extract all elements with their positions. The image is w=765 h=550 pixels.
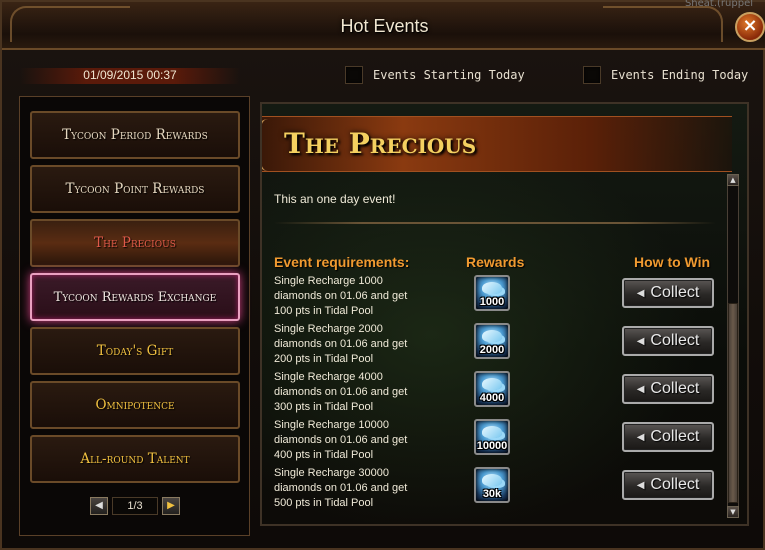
requirement-row: Single Recharge 10000 diamonds on 01.06 a… [274, 418, 714, 466]
event-sidebar: Tycoon Period Rewards Tycoon Point Rewar… [19, 96, 250, 536]
next-page-icon[interactable]: ▶ [162, 497, 180, 515]
reward-quantity: 4000 [479, 392, 505, 404]
collect-button[interactable]: ◀ Collect [622, 422, 714, 452]
how-to-win-header: How to Win [634, 254, 711, 270]
diamond-reward-icon[interactable]: 30k [474, 467, 510, 503]
arrow-icon: ◀ [636, 479, 645, 491]
starting-today-label: Events Starting Today [373, 68, 525, 82]
hot-events-window: Hot Events Sheat.(ruppel × 01/09/2015 00… [0, 0, 765, 550]
collect-button[interactable]: ◀ Collect [622, 278, 714, 308]
requirement-text: Single Recharge 1000 diamonds on 01.06 an… [274, 275, 408, 317]
diamond-icon [482, 426, 502, 438]
requirement-text: Single Recharge 30000 diamonds on 01.06 a… [274, 467, 408, 509]
reward-quantity: 2000 [479, 344, 505, 356]
event-scrollbar[interactable]: ▲ ▼ [727, 174, 739, 518]
requirements-header: Event requirements: [274, 254, 410, 270]
diamond-reward-icon[interactable]: 2000 [474, 323, 510, 359]
prev-page-icon[interactable]: ◀ [90, 497, 108, 515]
corner-text: Sheat.(ruppel [684, 0, 753, 9]
diamond-reward-icon[interactable]: 10000 [474, 419, 510, 455]
sidebar-item-tycoon-rewards-exchange[interactable]: Tycoon Rewards Exchange [30, 273, 240, 321]
requirement-row: Single Recharge 4000 diamonds on 01.06 an… [274, 370, 714, 418]
sidebar-item-todays-gift[interactable]: Today's Gift [30, 327, 240, 375]
sidebar-item-the-precious[interactable]: The Precious [30, 219, 240, 267]
page-indicator: 1/3 [112, 497, 158, 515]
event-banner: The Precious [262, 116, 732, 172]
arrow-icon: ◀ [636, 335, 645, 347]
collect-button[interactable]: ◀ Collect [622, 326, 714, 356]
starting-today-checkbox[interactable] [345, 66, 363, 84]
filter-starting-today[interactable]: Events Starting Today [345, 66, 525, 84]
banner-ornament [262, 119, 282, 171]
diamond-icon [482, 282, 502, 294]
close-button[interactable]: × [735, 12, 765, 42]
divider [274, 222, 716, 224]
reward-quantity: 1000 [479, 296, 505, 308]
filter-ending-today[interactable]: Events Ending Today [583, 66, 748, 84]
sidebar-item-omnipotence[interactable]: Omnipotence [30, 381, 240, 429]
window-title: Hot Events [340, 16, 429, 36]
event-detail-panel: The Precious This an one day event! Even… [260, 102, 749, 526]
requirement-row: Single Recharge 1000 diamonds on 01.06 an… [274, 274, 714, 322]
requirement-row: Single Recharge 2000 diamonds on 01.06 an… [274, 322, 714, 370]
ending-today-checkbox[interactable] [583, 66, 601, 84]
requirement-text: Single Recharge 10000 diamonds on 01.06 a… [274, 419, 408, 461]
event-description: This an one day event! [274, 192, 396, 206]
requirement-row: Single Recharge 30000 diamonds on 01.06 a… [274, 466, 714, 514]
event-title: The Precious [284, 127, 477, 160]
diamond-icon [482, 330, 502, 342]
diamond-reward-icon[interactable]: 4000 [474, 371, 510, 407]
requirement-text: Single Recharge 4000 diamonds on 01.06 an… [274, 371, 408, 413]
scroll-up-icon[interactable]: ▲ [727, 174, 739, 186]
requirement-text: Single Recharge 2000 diamonds on 01.06 an… [274, 323, 408, 365]
sidebar-item-tycoon-point-rewards[interactable]: Tycoon Point Rewards [30, 165, 240, 213]
ending-today-label: Events Ending Today [611, 68, 749, 82]
sidebar-pager: ◀ 1/3 ▶ [90, 497, 180, 515]
sidebar-item-all-round-talent[interactable]: All-round Talent [30, 435, 240, 483]
reward-quantity: 30k [482, 488, 502, 500]
diamond-icon [482, 378, 502, 390]
scroll-thumb[interactable] [728, 303, 738, 503]
collect-button[interactable]: ◀ Collect [622, 470, 714, 500]
arrow-icon: ◀ [636, 287, 645, 299]
title-bar: Hot Events Sheat.(ruppel × [2, 0, 765, 50]
server-datetime: 01/09/2015 00:37 [20, 68, 240, 84]
arrow-icon: ◀ [636, 383, 645, 395]
arrow-icon: ◀ [636, 431, 645, 443]
reward-quantity: 10000 [476, 440, 508, 452]
diamond-icon [482, 474, 502, 486]
collect-button[interactable]: ◀ Collect [622, 374, 714, 404]
rewards-header: Rewards [466, 254, 525, 270]
diamond-reward-icon[interactable]: 1000 [474, 275, 510, 311]
scroll-down-icon[interactable]: ▼ [727, 506, 739, 518]
sidebar-item-tycoon-period-rewards[interactable]: Tycoon Period Rewards [30, 111, 240, 159]
